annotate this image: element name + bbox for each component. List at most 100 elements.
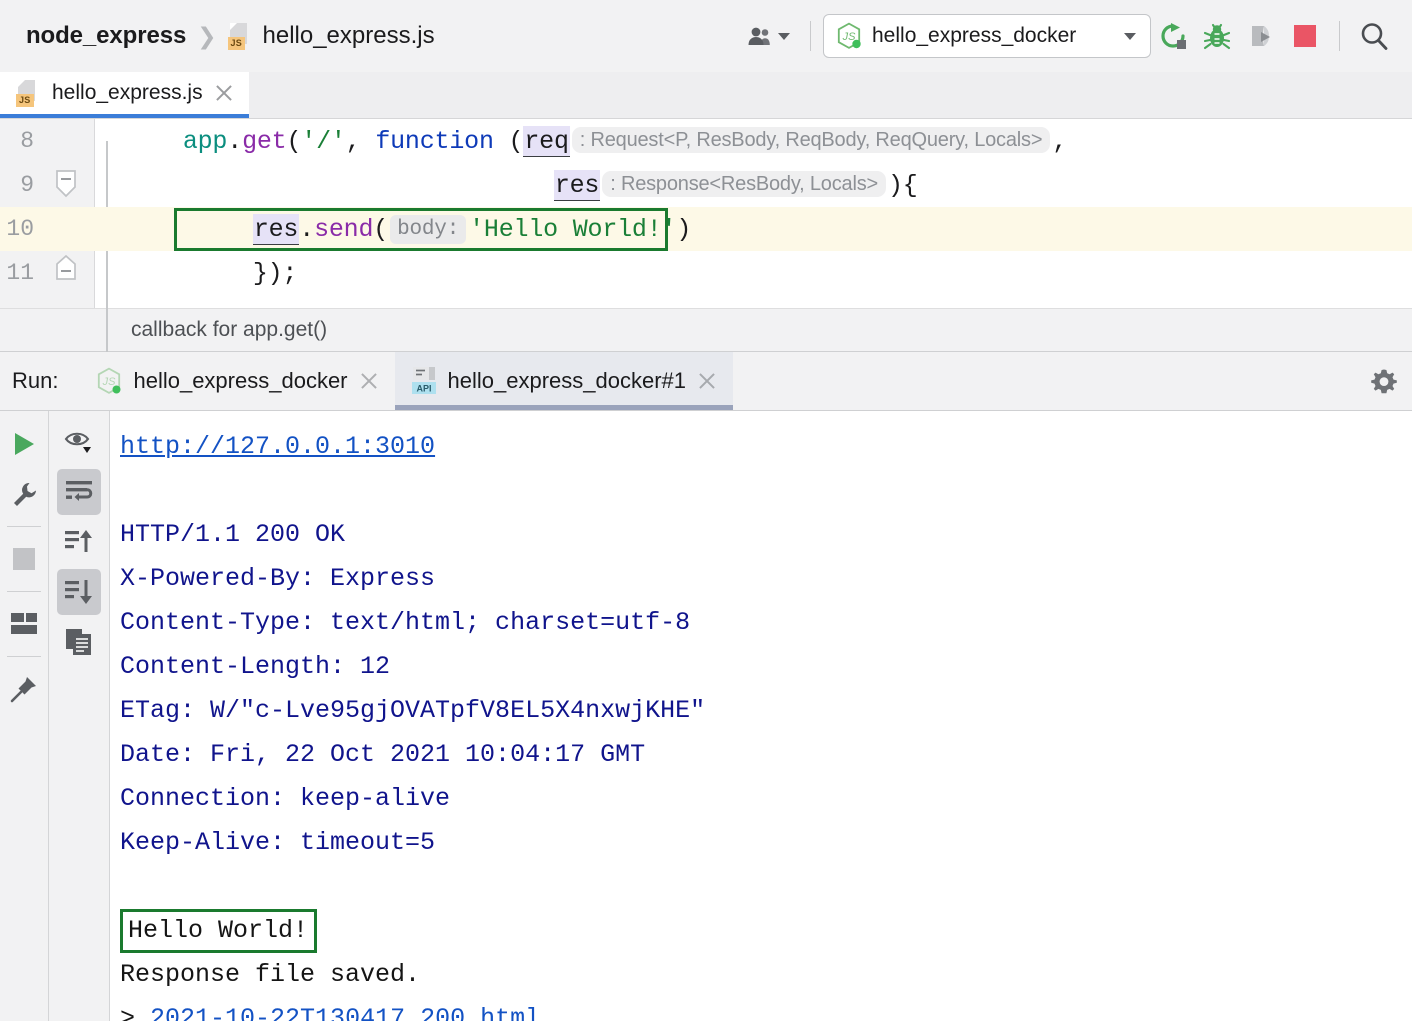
- rerun-request-button[interactable]: [2, 421, 46, 467]
- toolbar-divider: [7, 591, 41, 592]
- js-file-icon: JS: [16, 79, 42, 107]
- show-options-menu-button[interactable]: [57, 419, 101, 465]
- code-line-11: 11 });: [0, 251, 1412, 295]
- run-tab-hello-express-docker-1[interactable]: API hello_express_docker#1: [395, 352, 734, 410]
- copy-icon: [65, 628, 93, 656]
- console-status-line: HTTP/1.1 200 OK: [120, 513, 1412, 557]
- console-actions-toolbar: [49, 411, 110, 1021]
- run-console-area: http://127.0.0.1:3010 HTTP/1.1 200 OK X-…: [0, 411, 1412, 1021]
- toolbar-divider: [7, 656, 41, 657]
- console-header-line: ETag: W/"c-Lve95gjOVATpfV8EL5X4nxwjKHE": [120, 689, 1412, 733]
- search-icon: [1358, 20, 1390, 52]
- fold-expand-icon: [54, 255, 82, 285]
- console-output[interactable]: http://127.0.0.1:3010 HTTP/1.1 200 OK X-…: [110, 411, 1412, 1021]
- code-token-tail: ,: [1052, 127, 1067, 156]
- breadcrumb: node_express ❯ JS hello_express.js: [26, 22, 435, 50]
- gutter-marker[interactable]: [48, 119, 94, 163]
- search-everywhere-button[interactable]: [1352, 14, 1396, 58]
- stop-square-icon: [1294, 25, 1316, 47]
- breadcrumb-file[interactable]: hello_express.js: [263, 22, 435, 50]
- console-header-line: Keep-Alive: timeout=5: [120, 821, 1412, 865]
- console-url-line: http://127.0.0.1:3010: [120, 425, 1412, 469]
- console-header-line: Connection: keep-alive: [120, 777, 1412, 821]
- eye-icon: [64, 429, 94, 455]
- console-header-line: Content-Type: text/html; charset=utf-8: [120, 601, 1412, 645]
- scroll-to-top-button[interactable]: [57, 519, 101, 565]
- console-header-line: Date: Fri, 22 Oct 2021 10:04:17 GMT: [120, 733, 1412, 777]
- run-tab-hello-express-docker[interactable]: JS hello_express_docker: [80, 352, 394, 410]
- svg-text:JS: JS: [102, 376, 117, 388]
- rerun-icon: [1158, 21, 1188, 51]
- run-tab-label: hello_express_docker#1: [448, 368, 687, 394]
- run-configuration-name: hello_express_docker: [872, 24, 1114, 48]
- editor-breadcrumb-label[interactable]: callback for app.get(): [131, 318, 327, 342]
- console-header-line: Content-Length: 12: [120, 645, 1412, 689]
- console-url-link[interactable]: http://127.0.0.1:3010: [120, 432, 435, 461]
- print-button[interactable]: [57, 619, 101, 665]
- run-configuration-selector[interactable]: JS hello_express_docker: [823, 14, 1151, 58]
- bug-icon: [1202, 21, 1232, 51]
- edit-configuration-button[interactable]: [2, 471, 46, 517]
- inlay-hint-body-param: body:: [390, 215, 466, 244]
- close-icon[interactable]: [359, 371, 379, 391]
- console-header-line: X-Powered-By: Express: [120, 557, 1412, 601]
- run-actions-toolbar: [0, 411, 49, 1021]
- soft-wrap-button[interactable]: [57, 469, 101, 515]
- soft-wrap-icon: [64, 479, 94, 505]
- console-saved-file-link[interactable]: 2021-10-22T130417.200.html: [150, 1004, 540, 1021]
- js-file-icon: JS: [228, 22, 254, 50]
- line-number: 8: [0, 128, 48, 154]
- api-file-icon: API: [411, 366, 437, 396]
- console-blank-line: [120, 469, 1412, 513]
- run-with-coverage-button[interactable]: [1239, 14, 1283, 58]
- code-token-hello-string: 'Hello World!': [469, 215, 676, 244]
- run-panel-title: Run:: [0, 352, 80, 410]
- code-editor[interactable]: 8 app.get('/', function (req: Request<P,…: [0, 119, 1412, 308]
- console-blank-line: [120, 865, 1412, 909]
- scroll-up-icon: [64, 529, 94, 555]
- line-number: 9: [0, 172, 48, 198]
- line-number: 10: [0, 216, 48, 242]
- main-toolbar: node_express ❯ JS hello_express.js JS he…: [0, 0, 1412, 72]
- gutter-fold-marker-11[interactable]: [48, 251, 94, 295]
- toolbar-divider: [7, 526, 41, 527]
- scroll-to-end-button[interactable]: [57, 569, 101, 615]
- layout-settings-button[interactable]: [2, 601, 46, 647]
- close-icon[interactable]: [697, 371, 717, 391]
- code-token-paren: (: [373, 215, 388, 244]
- stop-process-button[interactable]: [2, 536, 46, 582]
- debug-button[interactable]: [1195, 14, 1239, 58]
- console-response-body-highlight: Hello World!: [120, 909, 317, 953]
- breadcrumb-separator-icon: ❯: [197, 23, 216, 50]
- run-tab-label: hello_express_docker: [133, 368, 347, 394]
- stop-square-icon: [13, 548, 35, 570]
- people-icon: [747, 26, 773, 46]
- layout-icon: [10, 612, 38, 636]
- nodejs-icon: JS: [96, 367, 122, 395]
- rerun-button[interactable]: [1151, 14, 1195, 58]
- run-tool-window-header: Run: JS hello_express_docker API hello_e…: [0, 352, 1412, 411]
- line-number: 11: [0, 260, 48, 286]
- stop-button[interactable]: [1283, 14, 1327, 58]
- code-token-dot: .: [299, 215, 314, 244]
- code-token-brace-open: ){: [888, 171, 918, 200]
- chevron-down-icon: [778, 33, 790, 40]
- run-settings-button[interactable]: [1356, 352, 1412, 410]
- scroll-down-icon: [64, 579, 94, 605]
- vcs-widget-button[interactable]: [739, 22, 798, 50]
- console-body-line: Hello World!: [120, 909, 1412, 953]
- gutter-fold-marker-9[interactable]: [48, 163, 94, 207]
- code-token-close-block: });: [253, 259, 297, 288]
- code-token-send: send: [314, 215, 373, 244]
- console-saved-message: Response file saved.: [120, 953, 1412, 997]
- breadcrumb-project[interactable]: node_express: [26, 22, 186, 50]
- console-prompt-symbol: >: [120, 1004, 135, 1021]
- svg-text:API: API: [416, 384, 431, 394]
- pin-icon: [10, 675, 38, 703]
- gutter-marker[interactable]: [48, 207, 94, 251]
- nodejs-icon: JS: [836, 22, 862, 50]
- code-token-close-paren: ): [676, 215, 691, 244]
- settings-gear-icon: [1369, 366, 1399, 396]
- toolbar-divider-2: [1339, 21, 1340, 51]
- pin-tab-button[interactable]: [2, 666, 46, 712]
